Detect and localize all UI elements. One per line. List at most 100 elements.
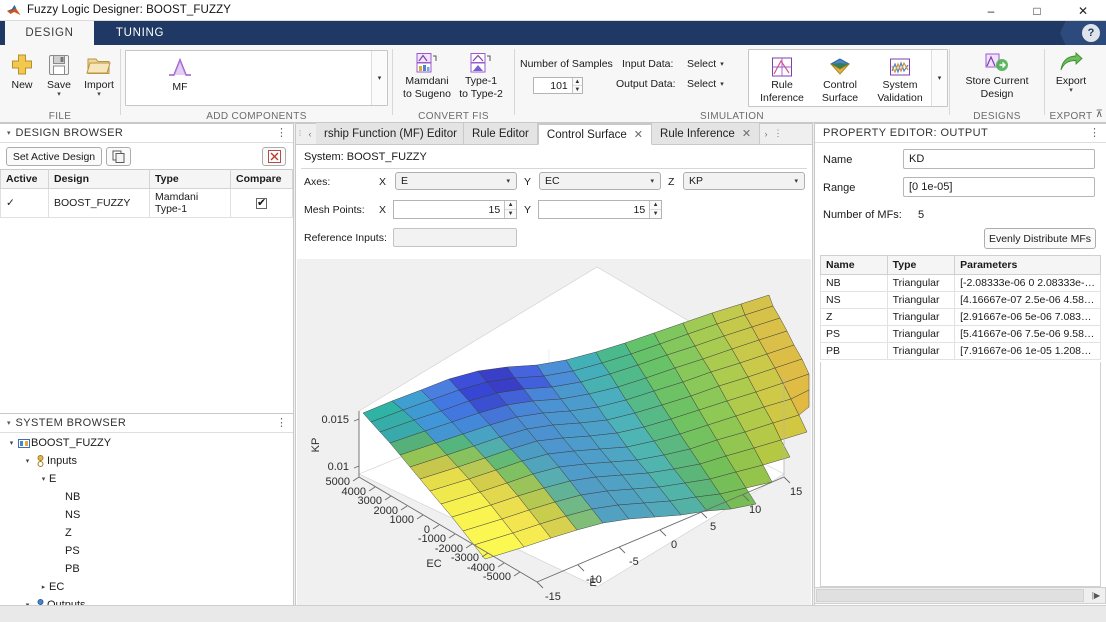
mesh-y-spin-down-icon[interactable]: ▼: [650, 210, 661, 218]
tree-node-e[interactable]: ▾ E: [0, 470, 293, 488]
evenly-distribute-mfs-button[interactable]: Evenly Distribute MFs: [984, 228, 1096, 249]
tree-node-boost-fuzzy[interactable]: ▾ BOOST_FUZZY: [0, 434, 293, 452]
mesh-y-spin-up-icon[interactable]: ▲: [650, 201, 661, 210]
gallery-expand-caret-icon[interactable]: ▾: [371, 51, 387, 105]
table-row[interactable]: PB Triangular [7.91667e-06 1e-05 1.208…: [820, 342, 1101, 360]
tab-rule-inference[interactable]: Rule Inference ✕: [652, 123, 761, 144]
close-button[interactable]: ✕: [1060, 0, 1106, 21]
delete-design-button[interactable]: [262, 147, 286, 166]
axis-y-value: EC: [545, 175, 560, 187]
export-caret-icon[interactable]: ▾: [1069, 87, 1073, 94]
export-button[interactable]: Export ▾: [1051, 50, 1091, 96]
system-validation-button[interactable]: System Validation: [869, 54, 931, 106]
mamdani-to-sugeno-button[interactable]: Mamdani to Sugeno: [399, 50, 455, 102]
output-data-chevron-down-icon[interactable]: ▾: [720, 80, 724, 88]
type1-to-type2-button[interactable]: Type-1 to Type-2: [455, 50, 507, 102]
table-row[interactable]: NS Triangular [4.16667e-07 2.5e-06 4.58…: [820, 291, 1101, 309]
control-surface-plot[interactable]: 0.015 0.01 KP 5000 4000 3000 2000 1000 0…: [297, 259, 811, 607]
mf-params: [2.91667e-06 5e-06 7.083…: [954, 308, 1101, 326]
compare-checkbox[interactable]: [256, 196, 267, 209]
right-pane-hscrollbar[interactable]: |▶: [814, 587, 1106, 604]
tree-node-e-ns[interactable]: NS: [0, 506, 293, 524]
property-editor-kebab-icon[interactable]: ⋮: [1089, 126, 1100, 140]
tree-node-e-nb[interactable]: NB: [0, 488, 293, 506]
axis-y-chevron-down-icon[interactable]: ▾: [650, 177, 654, 185]
ribbon-collapse-icon[interactable]: ⊼: [1096, 109, 1103, 120]
twisty-icon[interactable]: ▾: [6, 439, 17, 447]
twisty-icon[interactable]: ▾: [38, 475, 49, 483]
tree-node-e-pb[interactable]: PB: [0, 560, 293, 578]
twisty-icon[interactable]: ▸: [38, 583, 49, 591]
mf-gallery-item[interactable]: MF: [152, 57, 208, 93]
tab-scroll-prev-icon[interactable]: ‹: [304, 123, 316, 144]
mesh-x-spin-down-icon[interactable]: ▼: [505, 210, 516, 218]
number-of-samples-stepper[interactable]: ▲ ▼: [533, 77, 583, 94]
save-caret-icon[interactable]: ▾: [57, 91, 61, 98]
property-editor-header: PROPERTY EDITOR: OUTPUT ⋮: [815, 124, 1106, 143]
tab-design[interactable]: DESIGN: [5, 21, 94, 45]
tabstrip-grip[interactable]: ⁞: [296, 123, 304, 144]
axis-x-select[interactable]: E ▾: [395, 172, 517, 190]
control-surface-button[interactable]: Control Surface: [811, 54, 869, 106]
minimize-button[interactable]: –: [968, 0, 1014, 21]
samples-spin-down-icon[interactable]: ▼: [573, 86, 582, 93]
twisty-icon[interactable]: ▾: [22, 457, 33, 465]
tree-node-ec[interactable]: ▸ EC: [0, 578, 293, 596]
fuzzy-logic-designer-window: Fuzzy Logic Designer: BOOST_FUZZY – □ ✕ …: [0, 0, 1106, 622]
save-button[interactable]: Save ▾: [40, 50, 78, 100]
maximize-button[interactable]: □: [1014, 0, 1060, 21]
x-tick-label: 0: [671, 539, 677, 551]
samples-spin-arrows[interactable]: ▲ ▼: [571, 78, 582, 93]
copy-design-button[interactable]: [106, 147, 131, 166]
input-data-chevron-down-icon[interactable]: ▾: [720, 60, 724, 68]
tabstrip-kebab-icon[interactable]: ⋮: [772, 123, 784, 144]
samples-spin-up-icon[interactable]: ▲: [572, 78, 582, 86]
axis-z-select[interactable]: KP ▾: [683, 172, 805, 190]
axis-z-chevron-down-icon[interactable]: ▾: [794, 177, 798, 185]
tab-close-icon[interactable]: ✕: [634, 128, 643, 141]
tab-scroll-next-icon[interactable]: ›: [760, 123, 772, 144]
row-compare-cell[interactable]: [230, 188, 293, 218]
store-current-design-button[interactable]: Store Current Design: [956, 50, 1038, 102]
mesh-points-x-stepper[interactable]: ▲ ▼: [393, 200, 517, 219]
tab-rule-editor[interactable]: Rule Editor: [464, 123, 538, 144]
new-button[interactable]: New: [4, 50, 40, 93]
mesh-x-spin-arrows[interactable]: ▲ ▼: [504, 201, 516, 218]
set-active-design-button[interactable]: Set Active Design: [6, 147, 102, 166]
name-field[interactable]: KD: [903, 149, 1095, 169]
mesh-y-spin-arrows[interactable]: ▲ ▼: [649, 201, 661, 218]
mesh-x-spin-up-icon[interactable]: ▲: [505, 201, 516, 210]
reference-inputs-field[interactable]: [393, 228, 517, 247]
rule-inference-button[interactable]: Rule Inference: [753, 54, 811, 106]
tree-node-e-ps[interactable]: PS: [0, 542, 293, 560]
row-design-type: Mamdani Type-1: [149, 188, 231, 218]
import-button[interactable]: Import ▾: [78, 50, 120, 100]
table-row[interactable]: PS Triangular [5.41667e-06 7.5e-06 9.58…: [820, 325, 1101, 343]
system-browser-kebab-icon[interactable]: ⋮: [276, 416, 287, 430]
tab-membership-function-editor[interactable]: rship Function (MF) Editor: [316, 123, 464, 144]
tab-tuning[interactable]: TUNING: [94, 21, 186, 45]
design-browser-kebab-icon[interactable]: ⋮: [276, 126, 287, 140]
tab-control-surface[interactable]: Control Surface ✕: [537, 124, 653, 145]
tree-node-inputs[interactable]: ▾ Inputs: [0, 452, 293, 470]
help-icon[interactable]: ?: [1082, 24, 1100, 42]
simulation-gallery-caret-icon[interactable]: ▾: [931, 50, 947, 106]
mf-table-head: Name Type Parameters: [820, 255, 1101, 275]
mf-name: PS: [820, 325, 888, 343]
design-browser-twisty-icon[interactable]: ▾: [7, 129, 11, 137]
axis-y-select[interactable]: EC ▾: [539, 172, 661, 190]
range-field[interactable]: [0 1e-05]: [903, 177, 1095, 197]
right-hscroll-thumb[interactable]: [816, 589, 1084, 602]
output-data-select[interactable]: Select ▾: [687, 78, 724, 90]
tree-node-e-z[interactable]: Z: [0, 524, 293, 542]
system-browser-twisty-icon[interactable]: ▾: [7, 419, 11, 427]
input-data-select[interactable]: Select ▾: [687, 58, 724, 70]
table-row[interactable]: ✓ BOOST_FUZZY Mamdani Type-1: [0, 188, 293, 218]
table-row[interactable]: Z Triangular [2.91667e-06 5e-06 7.083…: [820, 308, 1101, 326]
tab-close-icon[interactable]: ✕: [742, 127, 751, 140]
axis-x-chevron-down-icon[interactable]: ▾: [506, 177, 510, 185]
import-caret-icon[interactable]: ▾: [97, 91, 101, 98]
scroll-to-end-icon[interactable]: |▶: [1089, 591, 1103, 600]
table-row[interactable]: NB Triangular [-2.08333e-06 0 2.08333e-…: [820, 274, 1101, 292]
mesh-points-y-stepper[interactable]: ▲ ▼: [538, 200, 662, 219]
